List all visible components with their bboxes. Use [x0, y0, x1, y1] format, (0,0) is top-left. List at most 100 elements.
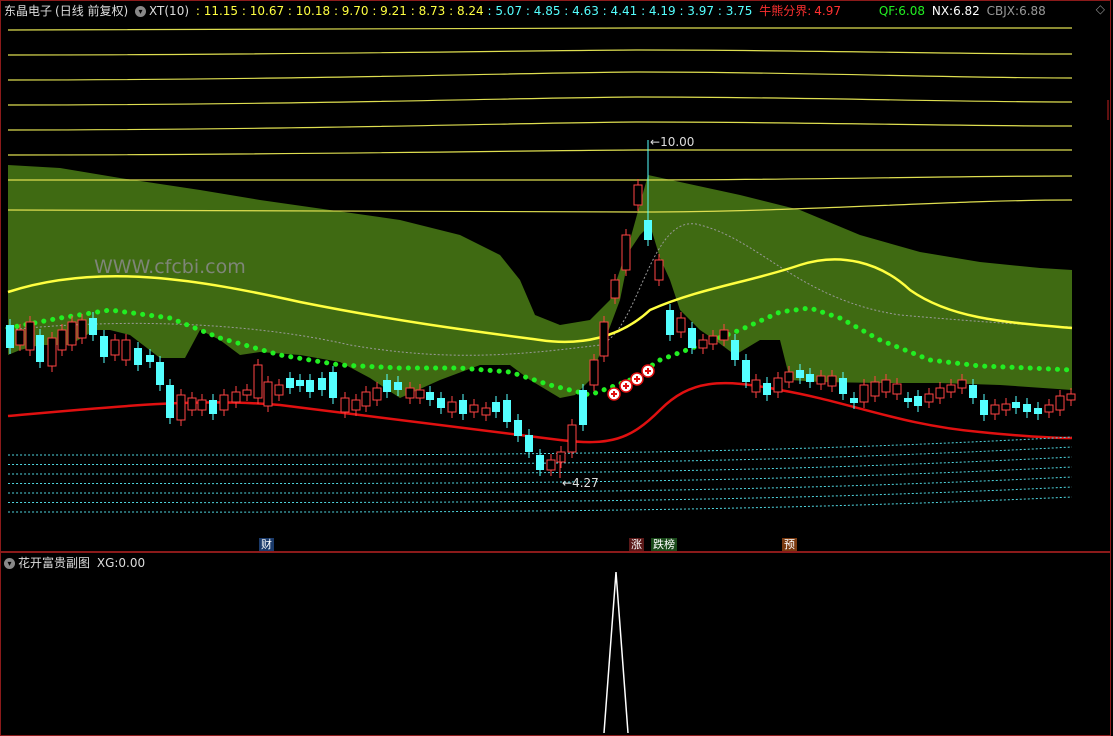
candle-up	[589, 359, 599, 386]
candle-up	[1066, 393, 1076, 401]
chevron-down-icon[interactable]: ▾	[135, 6, 147, 17]
resistance-line	[7, 121, 1073, 131]
period-label: (日线 前复权)	[55, 4, 129, 18]
candle-up	[708, 335, 718, 345]
resistance-line	[7, 96, 1073, 106]
candle-down	[146, 355, 154, 362]
candle-up	[197, 399, 207, 411]
candle-down	[36, 335, 44, 362]
candle-up	[263, 381, 273, 407]
candle-down	[1012, 402, 1020, 408]
candle-down	[1034, 408, 1042, 414]
main-header: 东晶电子 (日线 前复权) ▾ XT(10) : 11.15 : 10.67 : 1…	[4, 3, 1049, 19]
candle-up	[719, 329, 729, 341]
nx-value: 6.82	[953, 4, 980, 18]
candle-up	[15, 329, 25, 346]
candle-up	[546, 459, 556, 471]
level-value: : 8.24	[449, 4, 488, 18]
bull-bear-value: 4.97	[814, 4, 841, 18]
level-value: : 4.41	[602, 4, 642, 18]
candle-up	[633, 184, 643, 206]
candle-up	[610, 279, 620, 299]
candle-down	[383, 380, 391, 392]
tag-cai[interactable]: 财	[259, 538, 274, 551]
tag-dieting[interactable]: 跌榜	[651, 538, 677, 551]
level-list: : 11.15 : 10.67 : 10.18 : 9.70 : 9.21 : …	[196, 4, 756, 18]
candle-up	[110, 339, 120, 356]
low-annotation: ←4.27	[562, 476, 599, 490]
candle-down	[742, 360, 750, 382]
expand-icon[interactable]: ◇	[1096, 2, 1105, 16]
candle-up	[57, 329, 67, 351]
resistance-line	[8, 175, 1073, 181]
candle-up	[698, 339, 708, 349]
level-value: : 4.85	[525, 4, 565, 18]
candle-down	[731, 340, 739, 360]
candle-up	[1001, 403, 1011, 411]
high-value: 10.00	[660, 135, 695, 149]
candle-up	[405, 387, 415, 399]
high-annotation: ←10.00	[650, 135, 695, 149]
candle-down	[980, 400, 988, 415]
candle-up	[924, 393, 934, 403]
candle-up	[827, 375, 837, 387]
candle-down	[459, 400, 467, 414]
candle-up	[25, 321, 35, 351]
candle-up	[274, 384, 284, 396]
candle-up	[77, 319, 87, 339]
candle-up	[1055, 395, 1065, 411]
candle-down	[286, 378, 294, 388]
candle-up	[372, 387, 382, 401]
candle-up	[859, 384, 869, 403]
candle-down	[579, 390, 587, 425]
level-value: : 11.15	[195, 4, 242, 18]
candle-down	[437, 398, 445, 408]
candle-down	[796, 370, 804, 378]
candle-up	[654, 259, 664, 281]
candle-down	[296, 380, 304, 386]
candle-up	[990, 404, 1000, 415]
sub-title[interactable]: 花开富贵副图	[18, 556, 90, 570]
chevron-down-icon[interactable]: ▾	[4, 558, 15, 569]
support-dotted-line	[7, 496, 1073, 513]
resistance-line	[7, 149, 1072, 156]
cbjx-value: 6.88	[1019, 4, 1046, 18]
candle-down	[306, 380, 314, 392]
cbjx-label: CBJX:	[986, 4, 1020, 18]
candle-down	[644, 220, 652, 240]
candle-down	[6, 325, 14, 348]
candle-down	[134, 348, 142, 365]
candle-up	[67, 321, 77, 346]
support-dotted-line	[7, 486, 1073, 504]
candle-down	[318, 378, 326, 390]
tag-yu[interactable]: 预	[782, 538, 797, 551]
candle-up	[242, 389, 252, 396]
sub-chart-svg	[603, 571, 629, 734]
candle-up	[957, 379, 967, 389]
candle-up	[1044, 404, 1054, 413]
candle-up	[599, 321, 609, 357]
candle-up	[676, 317, 686, 333]
candle-down	[100, 336, 108, 357]
tag-zhang[interactable]: 涨	[629, 538, 644, 551]
watermark: WWW.cfcbi.com	[94, 256, 246, 278]
candle-up	[340, 397, 350, 413]
candle-down	[806, 374, 814, 382]
candle-up	[361, 391, 371, 407]
bull-bear-label: 牛熊分界:	[759, 4, 812, 18]
level-value: : 4.63	[564, 4, 603, 18]
resistance-line	[7, 71, 1073, 81]
candle-up	[121, 339, 131, 361]
stock-title: 东晶电子	[4, 4, 53, 18]
candle-up	[481, 407, 491, 416]
nx-label: NX:	[931, 4, 954, 18]
xg-signal-spike	[603, 571, 629, 734]
candle-up	[870, 381, 880, 397]
candle-up	[556, 451, 566, 463]
candle-up	[415, 389, 425, 399]
candle-down	[156, 362, 164, 385]
low-value: 4.27	[572, 476, 599, 490]
candle-up	[751, 379, 761, 393]
candle-up	[881, 379, 891, 393]
indicator-name[interactable]: XT(10)	[149, 4, 189, 18]
